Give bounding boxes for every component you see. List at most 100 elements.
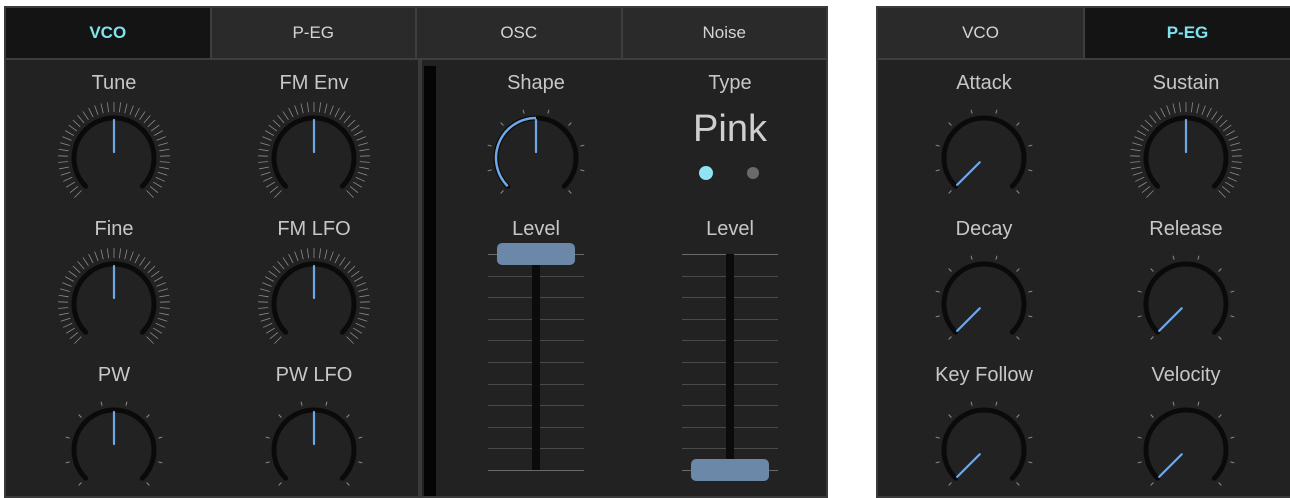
knob-tick bbox=[1137, 436, 1142, 439]
tab-p-eg[interactable]: P-EG bbox=[211, 8, 417, 58]
knob-arc bbox=[941, 115, 1027, 189]
knob-tick bbox=[146, 190, 154, 198]
knob-tick bbox=[258, 307, 269, 309]
knob-tick bbox=[268, 124, 278, 132]
knob-tick bbox=[146, 414, 150, 418]
knob-tick bbox=[522, 109, 525, 114]
knob-tick bbox=[300, 103, 304, 114]
tab-vco[interactable]: VCO bbox=[6, 8, 212, 58]
knob-tick bbox=[62, 322, 73, 328]
fm-env-knob[interactable] bbox=[258, 102, 370, 206]
tab-vco-right[interactable]: VCO bbox=[878, 8, 1085, 58]
shape-knob[interactable] bbox=[486, 106, 586, 206]
knob-tick bbox=[60, 317, 71, 322]
pw-knob[interactable] bbox=[64, 398, 164, 498]
knob-tick bbox=[277, 261, 285, 270]
knob-tick bbox=[300, 401, 303, 406]
tune-knob[interactable] bbox=[58, 102, 170, 206]
knob-tick bbox=[58, 148, 69, 152]
knob-tick bbox=[358, 288, 369, 292]
knob-tick bbox=[1172, 401, 1175, 406]
tab-p-eg-right[interactable]: P-EG bbox=[1085, 8, 1290, 58]
knob-tick bbox=[155, 176, 166, 182]
fader-thumb[interactable] bbox=[497, 243, 575, 265]
knob-tick bbox=[78, 414, 82, 418]
key-follow-knob[interactable] bbox=[934, 398, 1034, 498]
pw-lfo-label: PW LFO bbox=[275, 364, 353, 386]
knob-tick bbox=[1229, 171, 1240, 176]
knob-tick bbox=[353, 130, 364, 136]
knob-tick bbox=[1230, 461, 1235, 464]
knob-tick bbox=[359, 166, 370, 170]
knob-tick bbox=[129, 251, 134, 261]
knob-indicator bbox=[1158, 453, 1183, 478]
knob-tick bbox=[274, 336, 282, 344]
velocity-knob[interactable] bbox=[1136, 398, 1236, 498]
knob-tick bbox=[282, 257, 289, 266]
knob-tick bbox=[159, 312, 170, 316]
knob-tick bbox=[948, 190, 952, 194]
knob-tick bbox=[347, 265, 356, 274]
knob-tick bbox=[146, 482, 150, 486]
knob-tick bbox=[349, 332, 359, 339]
fm-lfo-knob[interactable] bbox=[258, 248, 370, 352]
knob-tick bbox=[265, 461, 270, 464]
knob-tick bbox=[970, 255, 973, 260]
knob-tick bbox=[356, 282, 366, 287]
knob-tick bbox=[319, 102, 321, 113]
knob-tick bbox=[346, 414, 350, 418]
knob-tick bbox=[1130, 161, 1141, 163]
attack-knob[interactable] bbox=[934, 106, 1034, 206]
knob-tick bbox=[350, 124, 360, 132]
knob-tick bbox=[1141, 186, 1151, 193]
knob-tick bbox=[568, 190, 572, 194]
tab-osc[interactable]: OSC bbox=[417, 8, 623, 58]
knob-tick bbox=[1221, 186, 1231, 193]
knob-tick bbox=[158, 461, 163, 464]
knob-tick bbox=[1160, 107, 1166, 118]
knob-tick bbox=[970, 109, 973, 114]
knob-tick bbox=[153, 276, 164, 282]
pw-lfo-knob[interactable] bbox=[264, 398, 364, 498]
knob-tick bbox=[156, 282, 166, 287]
knob-tick bbox=[1144, 119, 1153, 128]
sustain-knob[interactable] bbox=[1130, 102, 1242, 206]
knob-tick bbox=[149, 186, 159, 193]
noise-type-option-selected[interactable] bbox=[699, 166, 713, 180]
knob-tick bbox=[277, 115, 285, 124]
release-knob[interactable] bbox=[1136, 252, 1236, 352]
knob-arc bbox=[1143, 407, 1229, 481]
fader-thumb[interactable] bbox=[691, 459, 769, 481]
knob-tick bbox=[94, 251, 99, 261]
knob-tick bbox=[58, 166, 69, 170]
knob-tick bbox=[282, 111, 289, 120]
knob-tick bbox=[272, 265, 281, 274]
noise-level-label: Level bbox=[706, 218, 754, 240]
fine-knob[interactable] bbox=[58, 248, 170, 352]
knob-tick bbox=[139, 111, 146, 120]
knob-tick bbox=[107, 102, 109, 113]
release-label: Release bbox=[1149, 218, 1223, 240]
decay-knob[interactable] bbox=[934, 252, 1034, 352]
knob-tick bbox=[995, 401, 998, 406]
knob-tick bbox=[339, 111, 346, 120]
knob-tick bbox=[353, 181, 362, 188]
noise-type-option-unselected[interactable] bbox=[747, 167, 759, 179]
knob-tick bbox=[1201, 105, 1206, 115]
knob-tick bbox=[58, 161, 69, 163]
knob-tick bbox=[62, 282, 72, 287]
knob-tick bbox=[1227, 176, 1238, 182]
knob-tick bbox=[1172, 103, 1176, 114]
knob-tick bbox=[1150, 482, 1154, 486]
knob-tick bbox=[948, 414, 952, 418]
knob-tick bbox=[329, 105, 334, 115]
knob-tick bbox=[1028, 290, 1033, 293]
knob-tick bbox=[72, 265, 81, 274]
knob-tick bbox=[1225, 181, 1234, 188]
level-meter-strip bbox=[424, 66, 436, 496]
knob-tick bbox=[346, 190, 354, 198]
tab-noise[interactable]: Noise bbox=[622, 8, 826, 58]
knob-tick bbox=[1150, 268, 1154, 272]
knob-tick bbox=[358, 142, 369, 146]
knob-tick bbox=[500, 122, 504, 126]
